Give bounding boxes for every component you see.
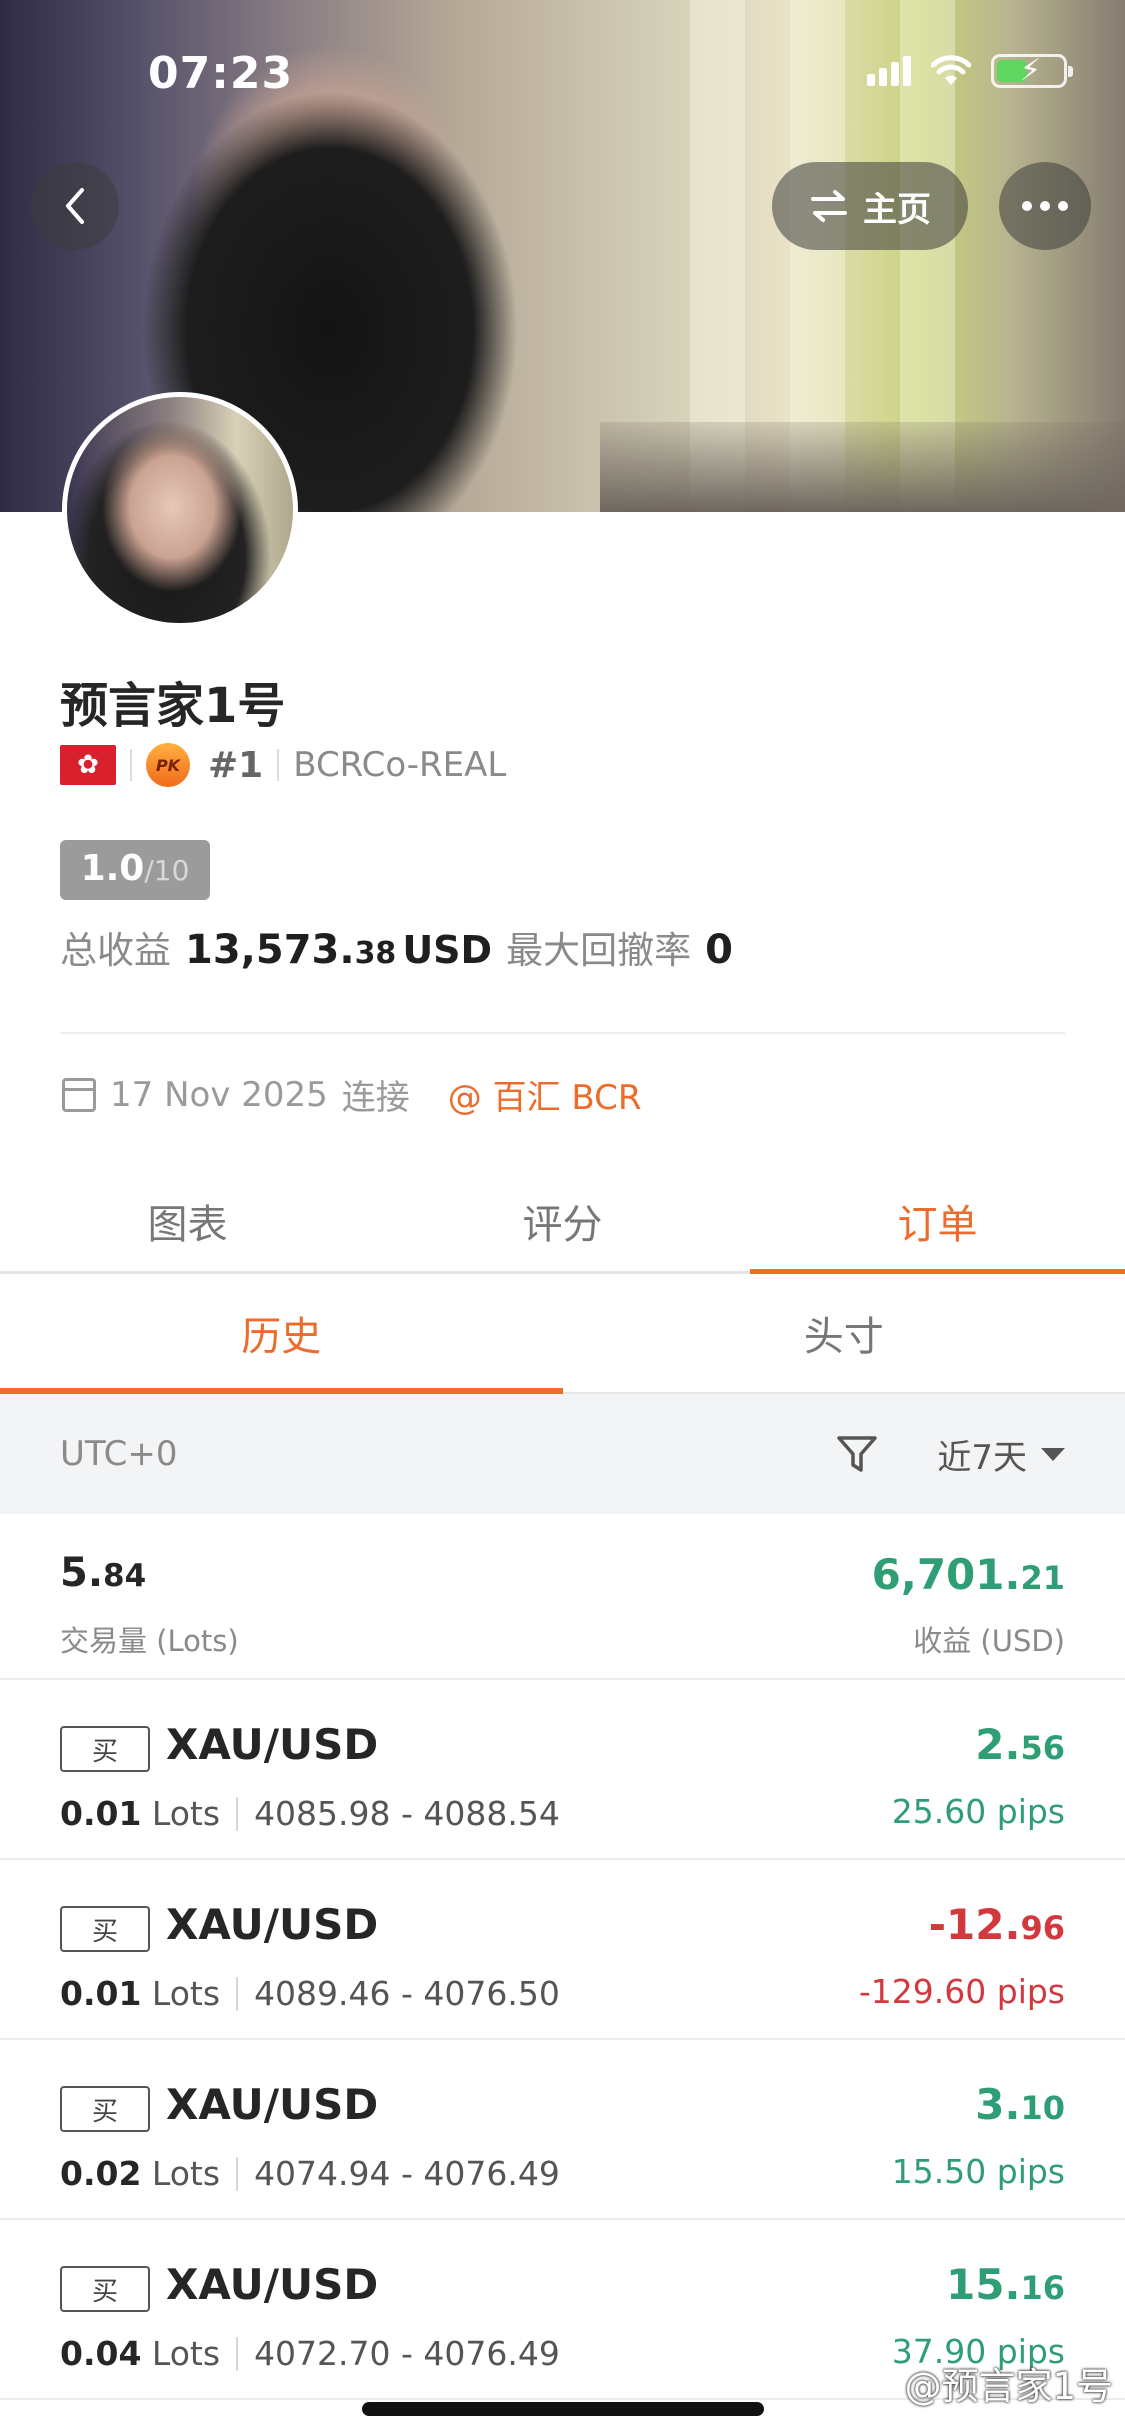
- connect-label: 连接: [341, 1078, 410, 1118]
- total-profit-int: 13,573.: [185, 927, 355, 973]
- chevron-left-icon: [66, 188, 84, 224]
- rank-label: #1: [208, 744, 264, 786]
- calendar-icon: [62, 1077, 96, 1112]
- status-icons: ⚡: [867, 53, 1073, 88]
- wifi-icon: [931, 55, 971, 85]
- connect-date: 17 Nov 2025: [110, 1074, 328, 1115]
- order-subtabs: 历史 头寸: [0, 1274, 1125, 1394]
- score-max: /10: [144, 854, 190, 887]
- divider: [277, 749, 280, 781]
- order-side-badge: 买: [60, 1726, 150, 1772]
- date-range-label: 近7天: [937, 1437, 1027, 1478]
- order-symbol: XAU/USD: [166, 1900, 379, 1949]
- timezone-label: UTC+0: [60, 1434, 178, 1474]
- period-profit: 6,701.21: [871, 1550, 1065, 1599]
- max-drawdown-label: 最大回撤率: [506, 929, 692, 972]
- home-indicator[interactable]: [362, 2402, 764, 2416]
- order-symbol: XAU/USD: [166, 2080, 379, 2129]
- order-symbol: XAU/USD: [166, 2260, 379, 2309]
- order-pnl: -12.96: [928, 1900, 1065, 1949]
- subtab-positions[interactable]: 头寸: [563, 1274, 1125, 1392]
- filter-bar: UTC+0 近7天: [0, 1394, 1125, 1514]
- status-time: 07:23: [148, 48, 294, 99]
- order-side-badge: 买: [60, 2086, 150, 2132]
- watermark-text: @预言家1号: [904, 2365, 1113, 2408]
- total-profit-dec: 38: [354, 936, 397, 971]
- order-details: 0.04 Lots 4072.70 - 4076.49: [60, 2334, 560, 2373]
- score-value: 1.0: [80, 848, 145, 889]
- order-pips: 25.60 pips: [891, 1792, 1065, 1831]
- max-drawdown-value: 0: [705, 927, 733, 973]
- filter-icon[interactable]: [835, 1432, 879, 1476]
- more-options-button[interactable]: [999, 162, 1091, 250]
- home-button-label: 主页: [863, 189, 931, 230]
- total-lots: 5.84: [60, 1550, 147, 1596]
- total-profit-row: 总收益 13,573.38 USD 最大回撤率 0: [60, 920, 733, 974]
- order-row[interactable]: 买 XAU/USD 0.02 Lots 4074.94 - 4076.49 3.1…: [0, 2040, 1125, 2220]
- home-button[interactable]: 主页: [772, 162, 968, 250]
- username: 预言家1号: [60, 678, 286, 734]
- total-lots-label: 交易量 (Lots): [60, 1624, 239, 1658]
- score-badge: 1.0 /10: [60, 840, 210, 900]
- main-tabs: 图表 评分 订单: [0, 1170, 1125, 1274]
- cover-ground: [600, 422, 1125, 512]
- total-profit-label: 总收益: [60, 929, 171, 972]
- order-pips: 15.50 pips: [891, 2152, 1065, 2191]
- ellipsis-icon: [1022, 201, 1068, 211]
- orders-summary: 5.84 交易量 (Lots) 6,701.21 收益 (USD): [0, 1514, 1125, 1680]
- subtab-history[interactable]: 历史: [0, 1274, 563, 1394]
- order-pnl: 3.10: [975, 2080, 1065, 2129]
- hong-kong-flag-icon: ✿: [60, 745, 116, 785]
- section-divider: [60, 1032, 1065, 1034]
- broker-link[interactable]: @ 百汇 BCR: [448, 1070, 642, 1119]
- cellular-signal-icon: [867, 56, 911, 86]
- order-symbol: XAU/USD: [166, 1720, 379, 1769]
- fire-pk-badge-icon: PK: [146, 743, 190, 787]
- divider: [130, 749, 132, 781]
- tab-rating[interactable]: 评分: [375, 1170, 750, 1271]
- battery-icon: ⚡: [991, 53, 1073, 88]
- order-row[interactable]: 买 XAU/USD 0.01 Lots 4085.98 - 4088.54 2.5…: [0, 1680, 1125, 1860]
- order-side-badge: 买: [60, 1906, 150, 1952]
- order-side-badge: 买: [60, 2266, 150, 2312]
- account-name: BCRCo-REAL: [293, 745, 507, 785]
- profile-meta-row: ✿ PK #1 BCRCo-REAL: [60, 740, 506, 790]
- order-row[interactable]: 买 XAU/USD 0.01 Lots 4089.46 - 4076.50 -12…: [0, 1860, 1125, 2040]
- total-profit-unit: USD: [402, 928, 493, 972]
- order-details: 0.01 Lots 4085.98 - 4088.54: [60, 1794, 560, 1833]
- avatar[interactable]: [62, 392, 298, 628]
- back-button[interactable]: [31, 162, 119, 250]
- order-pnl: 15.16: [946, 2260, 1065, 2309]
- order-details: 0.01 Lots 4089.46 - 4076.50: [60, 1974, 560, 2013]
- caret-down-icon: [1041, 1447, 1065, 1461]
- order-details: 0.02 Lots 4074.94 - 4076.49: [60, 2154, 560, 2193]
- order-pnl: 2.56: [975, 1720, 1065, 1769]
- date-range-dropdown[interactable]: 近7天: [937, 1430, 1065, 1479]
- tab-chart[interactable]: 图表: [0, 1170, 375, 1271]
- period-profit-label: 收益 (USD): [913, 1624, 1065, 1658]
- connect-row: 17 Nov 2025 连接 @ 百汇 BCR: [62, 1070, 641, 1119]
- tab-orders[interactable]: 订单: [750, 1170, 1125, 1274]
- switch-arrows-icon: [811, 190, 847, 222]
- order-pips: -129.60 pips: [858, 1972, 1065, 2011]
